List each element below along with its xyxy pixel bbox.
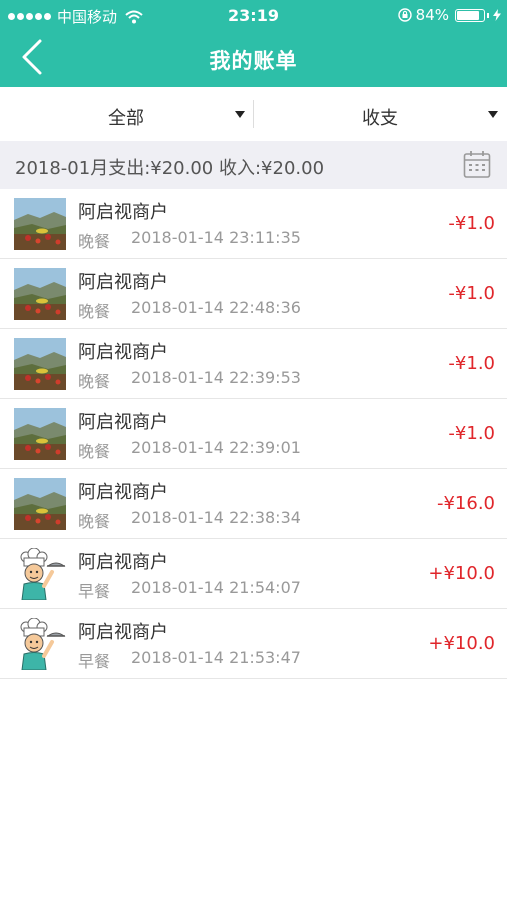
transaction-time: 2018-01-14 22:39:53 <box>131 368 301 387</box>
transaction-time: 2018-01-14 21:54:07 <box>131 578 301 597</box>
transaction-time: 2018-01-14 22:39:01 <box>131 438 301 457</box>
transaction-amount: -¥1.0 <box>448 353 495 374</box>
transaction-list: 阿启视商户 晚餐 2018-01-14 23:11:35 -¥1.0 阿启视商户 晚餐 20… <box>0 189 507 679</box>
meal-type: 早餐 <box>78 582 111 601</box>
calendar-icon[interactable] <box>463 150 491 179</box>
month-summary: 2018-01月支出:¥20.00 收入:¥20.00 <box>0 141 507 189</box>
transaction-row[interactable]: 阿启视商户晚餐 2018-01-14 22:39:01 -¥1.0 <box>0 399 507 469</box>
transaction-row[interactable]: 阿启视商户早餐 2018-01-14 21:54:07 +¥10.0 <box>0 539 507 609</box>
meal-type: 晚餐 <box>78 372 111 391</box>
landscape-thumbnail <box>14 408 66 460</box>
merchant-name: 阿启视商户 <box>78 202 168 223</box>
transaction-row[interactable]: 阿启视商户晚餐 2018-01-14 23:11:35 -¥1.0 <box>0 189 507 259</box>
rotation-lock-icon <box>397 8 412 22</box>
transaction-time: 2018-01-14 23:11:35 <box>131 228 301 247</box>
chef-avatar-image <box>14 548 66 600</box>
transaction-amount: -¥16.0 <box>436 493 495 514</box>
app-header: 中国移动 23:19 84% 我的账单 <box>0 0 507 87</box>
landscape-thumbnail <box>14 478 66 530</box>
merchant-name: 阿启视商户 <box>78 482 168 503</box>
status-bar: 中国移动 23:19 84% <box>0 0 507 30</box>
landscape-thumbnail <box>14 338 66 390</box>
battery-percent: 84% <box>415 6 449 24</box>
merchant-name: 阿启视商户 <box>78 622 168 643</box>
transaction-amount: +¥10.0 <box>428 563 495 584</box>
battery-tip <box>487 12 489 18</box>
page-title: 我的账单 <box>209 49 298 73</box>
transaction-amount: -¥1.0 <box>448 423 495 444</box>
month-summary-text: 2018-01月支出:¥20.00 收入:¥20.00 <box>15 158 325 179</box>
meal-type: 晚餐 <box>78 232 111 251</box>
transaction-time: 2018-01-14 22:48:36 <box>131 298 301 317</box>
merchant-name: 阿启视商户 <box>78 272 168 293</box>
type-filter-dropdown[interactable]: 收支 <box>254 87 507 141</box>
transaction-row[interactable]: 阿启视商户早餐 2018-01-14 21:53:47 +¥10.0 <box>0 609 507 679</box>
transaction-amount: -¥1.0 <box>448 283 495 304</box>
merchant-name: 阿启视商户 <box>78 552 168 573</box>
merchant-name: 阿启视商户 <box>78 342 168 363</box>
transaction-row[interactable]: 阿启视商户晚餐 2018-01-14 22:38:34 -¥16.0 <box>0 469 507 539</box>
scope-filter-dropdown[interactable]: 全部 <box>0 87 253 141</box>
landscape-thumbnail <box>14 198 66 250</box>
merchant-name: 阿启视商户 <box>78 412 168 433</box>
chef-avatar-image <box>14 618 66 670</box>
meal-type: 晚餐 <box>78 512 111 531</box>
scope-filter-label: 全部 <box>108 108 144 129</box>
type-filter-label: 收支 <box>362 108 398 129</box>
battery-fill <box>457 10 479 20</box>
transaction-amount: -¥1.0 <box>448 213 495 234</box>
meal-type: 早餐 <box>78 652 111 671</box>
transaction-time: 2018-01-14 21:53:47 <box>131 648 301 667</box>
transaction-row[interactable]: 阿启视商户晚餐 2018-01-14 22:48:36 -¥1.0 <box>0 259 507 329</box>
caret-down-icon <box>235 111 245 118</box>
caret-down-icon <box>488 111 498 118</box>
meal-type: 晚餐 <box>78 442 111 461</box>
transaction-time: 2018-01-14 22:38:34 <box>131 508 301 527</box>
filter-bar: 全部 收支 <box>0 87 507 141</box>
charging-bolt-icon <box>493 9 501 21</box>
status-right: 84% <box>397 6 501 24</box>
battery-icon <box>455 8 485 22</box>
meal-type: 晚餐 <box>78 302 111 321</box>
transaction-amount: +¥10.0 <box>428 633 495 654</box>
landscape-thumbnail <box>14 268 66 320</box>
transaction-row[interactable]: 阿启视商户晚餐 2018-01-14 22:39:53 -¥1.0 <box>0 329 507 399</box>
